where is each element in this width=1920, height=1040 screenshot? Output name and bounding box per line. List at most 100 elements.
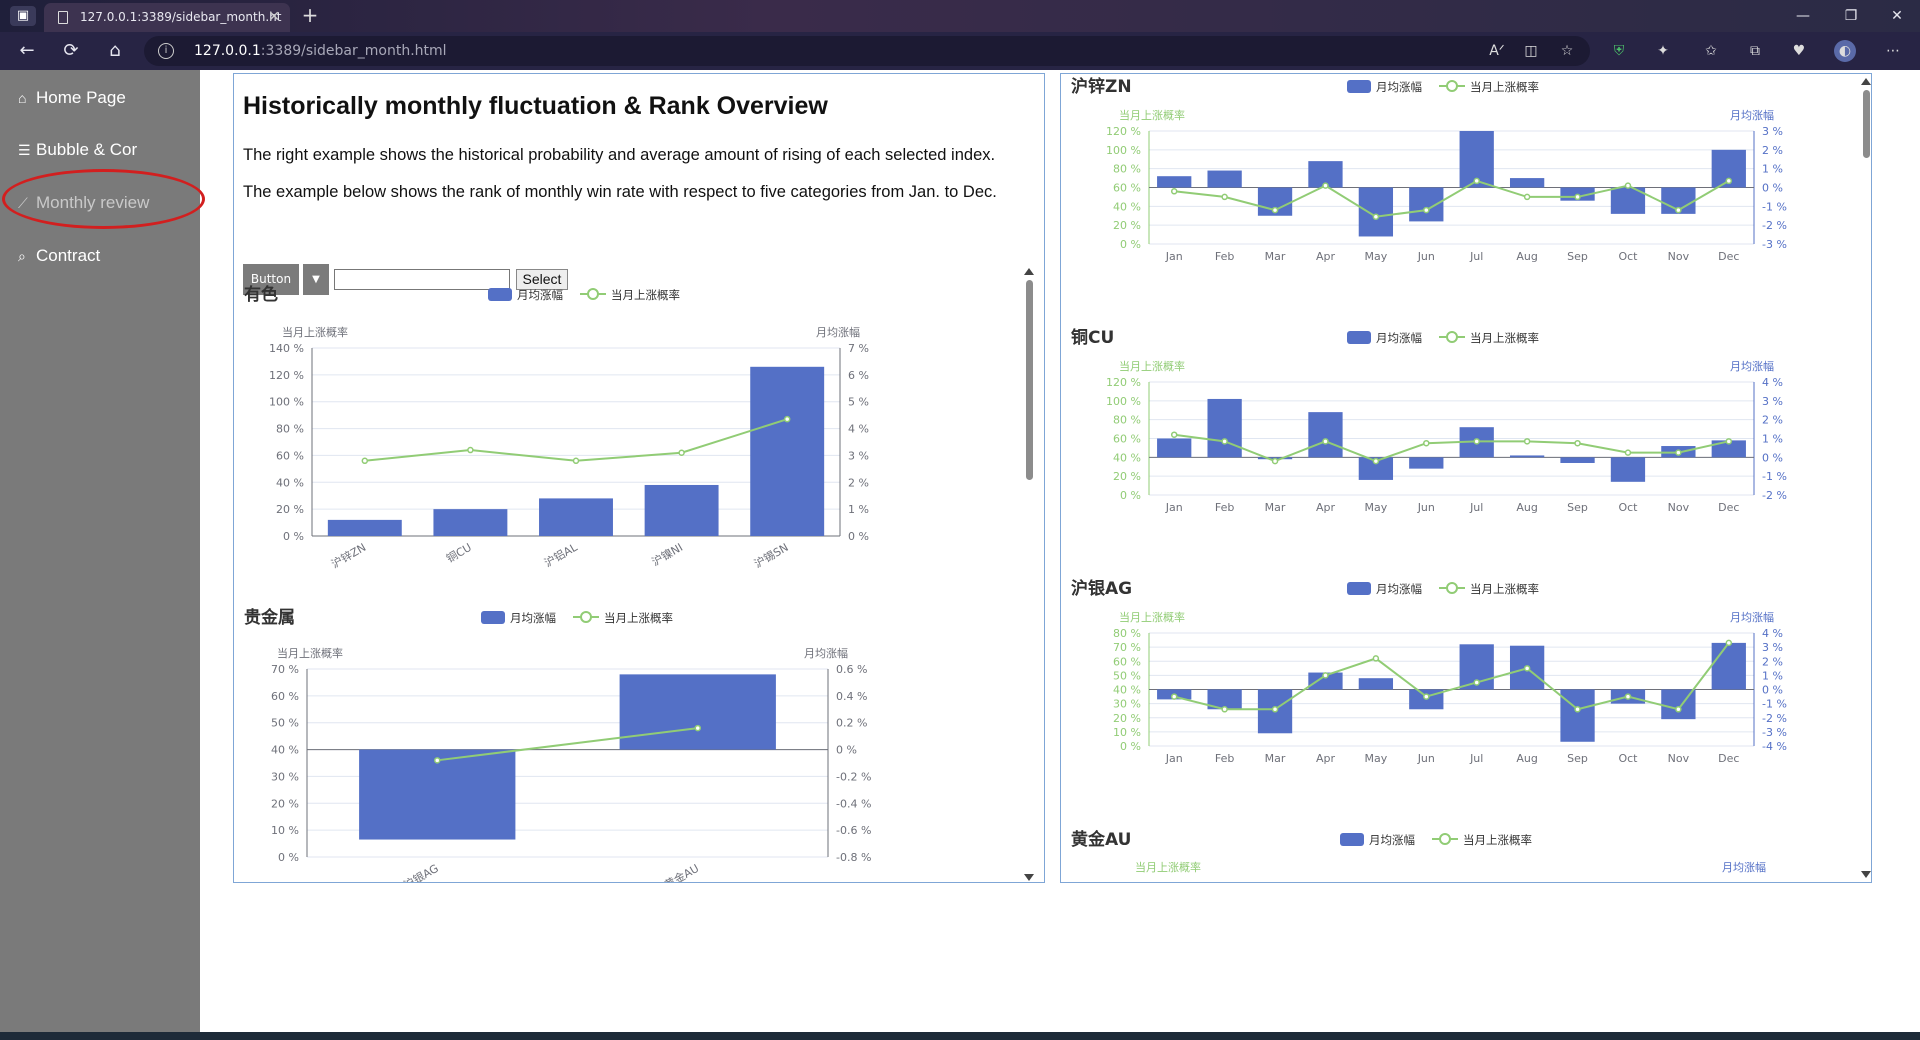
x-tick-label: 黄金AU <box>662 861 702 882</box>
close-tab-icon[interactable]: ✕ <box>268 3 280 32</box>
left-tick-label: 10 % <box>1113 726 1141 739</box>
bar-mark <box>327 519 402 536</box>
back-icon[interactable]: ← <box>12 38 42 64</box>
window-menu-icon[interactable]: ▣ <box>10 6 36 26</box>
bar-mark <box>644 484 719 536</box>
x-tick-label: Mar <box>1265 250 1286 263</box>
bar-mark <box>1509 455 1545 458</box>
more-menu-icon[interactable]: ⋯ <box>1882 40 1904 62</box>
right-tick-label: -2 % <box>1762 712 1787 725</box>
x-tick-label: Jan <box>1165 250 1183 263</box>
panel-scrollbar[interactable] <box>1863 90 1870 158</box>
favorites-icon[interactable]: ✩ <box>1700 40 1722 62</box>
x-tick-label: 沪镍NI <box>649 540 685 569</box>
x-tick-label: Nov <box>1668 501 1690 514</box>
refresh-icon[interactable]: ⟳ <box>56 38 86 64</box>
split-screen-icon[interactable]: ◫ <box>1520 40 1542 62</box>
legend-line-label: 当月上涨概率 <box>1470 331 1539 345</box>
inner-scrollbar[interactable] <box>1026 280 1033 480</box>
home-icon[interactable]: ⌂ <box>100 38 130 64</box>
info-icon[interactable]: i <box>158 43 174 59</box>
bar-mark <box>1509 178 1545 188</box>
legend-bar-swatch <box>1347 331 1371 344</box>
left-tick-label: 40 % <box>1113 684 1141 697</box>
x-tick-label: Aug <box>1516 752 1537 765</box>
chart-title: 沪锌ZN <box>1071 76 1132 97</box>
rate-point <box>1725 177 1733 185</box>
bar-mark <box>750 366 825 536</box>
right-tick-label: -2 % <box>1762 489 1787 502</box>
legend-line-label: 当月上涨概率 <box>1470 80 1539 94</box>
left-tick-label: 60 % <box>1113 182 1141 195</box>
browser-tab[interactable]: 127.0.0.1:3389/sidebar_month.ht ✕ <box>44 3 290 32</box>
x-tick-label: Jan <box>1165 501 1183 514</box>
new-tab-button[interactable]: + <box>296 3 324 29</box>
extensions-icon[interactable]: ✦ <box>1652 40 1674 62</box>
right-tick-label: 4 % <box>848 423 869 436</box>
scroll-down-icon[interactable] <box>1024 874 1034 881</box>
right-tick-label: -1 % <box>1762 470 1787 483</box>
performance-icon[interactable]: ♥ <box>1788 40 1810 62</box>
left-tick-label: 80 % <box>1113 163 1141 176</box>
legend-bar-label: 月均涨幅 <box>517 288 563 302</box>
rate-point <box>1271 457 1279 465</box>
left-tick-label: 100 % <box>1106 144 1141 157</box>
rate-point <box>678 449 685 456</box>
legend-line-marker <box>1446 80 1458 92</box>
x-tick-label: Jul <box>1469 501 1483 514</box>
sidebar-item-bubble[interactable]: ☰ Bubble & Cor <box>18 136 137 164</box>
browser-address-bar: ← ⟳ ⌂ i 127.0.0.1:3389/sidebar_month.htm… <box>0 32 1920 70</box>
close-window-icon[interactable]: ✕ <box>1874 0 1920 32</box>
favorite-star-icon[interactable]: ☆ <box>1556 40 1578 62</box>
right-tick-label: 1 % <box>848 503 869 516</box>
x-tick-label: Feb <box>1215 250 1234 263</box>
sidebar-item-contract[interactable]: ⌕ Contract <box>18 242 100 270</box>
sidebar-item-home[interactable]: ⌂ Home Page <box>18 84 126 112</box>
rate-point <box>1221 706 1228 713</box>
minimize-icon[interactable]: — <box>1780 0 1826 32</box>
url-field[interactable]: i 127.0.0.1:3389/sidebar_month.html <box>144 36 1590 66</box>
rate-point <box>1271 706 1279 713</box>
left-tick-label: 50 % <box>271 717 299 730</box>
chart-title: 有色 <box>244 284 278 305</box>
rate-point <box>1473 438 1480 445</box>
bar-mark <box>1560 689 1595 742</box>
read-aloud-icon[interactable]: Aᐟ <box>1486 40 1508 62</box>
shield-icon[interactable]: ⛨ <box>1608 40 1630 62</box>
x-tick-label: 铜CU <box>444 540 474 565</box>
chart-title: 贵金属 <box>244 607 295 628</box>
chart-title: 黄金AU <box>1071 829 1131 850</box>
rate-point <box>1675 206 1682 214</box>
right-tick-label: 0 % <box>848 530 869 543</box>
bar-mark <box>1308 412 1343 458</box>
legend-bar-label: 月均涨幅 <box>1376 582 1422 596</box>
x-tick-label: Apr <box>1316 752 1336 765</box>
left-tick-label: 100 % <box>269 396 304 409</box>
x-tick-label: Dec <box>1718 752 1739 765</box>
scroll-up-icon[interactable] <box>1024 268 1034 275</box>
legend-bar-label: 月均涨幅 <box>1376 80 1422 94</box>
right-tick-label: 4 % <box>1762 376 1783 389</box>
restore-icon[interactable]: ❐ <box>1828 0 1874 32</box>
url-host: 127.0.0.1 <box>194 43 261 59</box>
x-tick-label: May <box>1365 501 1388 514</box>
profile-avatar[interactable]: ◐ <box>1834 40 1856 62</box>
right-axis-name: 月均涨幅 <box>804 647 848 660</box>
collections-icon[interactable]: ⧉ <box>1744 40 1766 62</box>
left-tick-label: 60 % <box>1113 433 1141 446</box>
right-tick-label: 5 % <box>848 396 869 409</box>
bar-mark <box>1409 457 1444 469</box>
scroll-up-icon[interactable] <box>1861 78 1871 85</box>
scroll-down-icon[interactable] <box>1861 871 1871 878</box>
legend-line-label: 当月上涨概率 <box>604 611 673 625</box>
rate-point <box>1372 655 1380 662</box>
bar-mark <box>433 509 508 536</box>
legend-bar-swatch <box>481 611 505 624</box>
rate-point <box>1624 449 1632 456</box>
rate-point <box>1725 639 1733 647</box>
bar-mark <box>1358 678 1394 690</box>
right-tick-label: 7 % <box>848 342 869 355</box>
category-charts: 有色 月均涨幅 当月上涨概率当月上涨概率 月均涨幅0 %20 %40 %60 %80 … <box>244 284 871 882</box>
right-tick-label: 0.6 % <box>836 663 867 676</box>
x-tick-label: Oct <box>1618 752 1638 765</box>
